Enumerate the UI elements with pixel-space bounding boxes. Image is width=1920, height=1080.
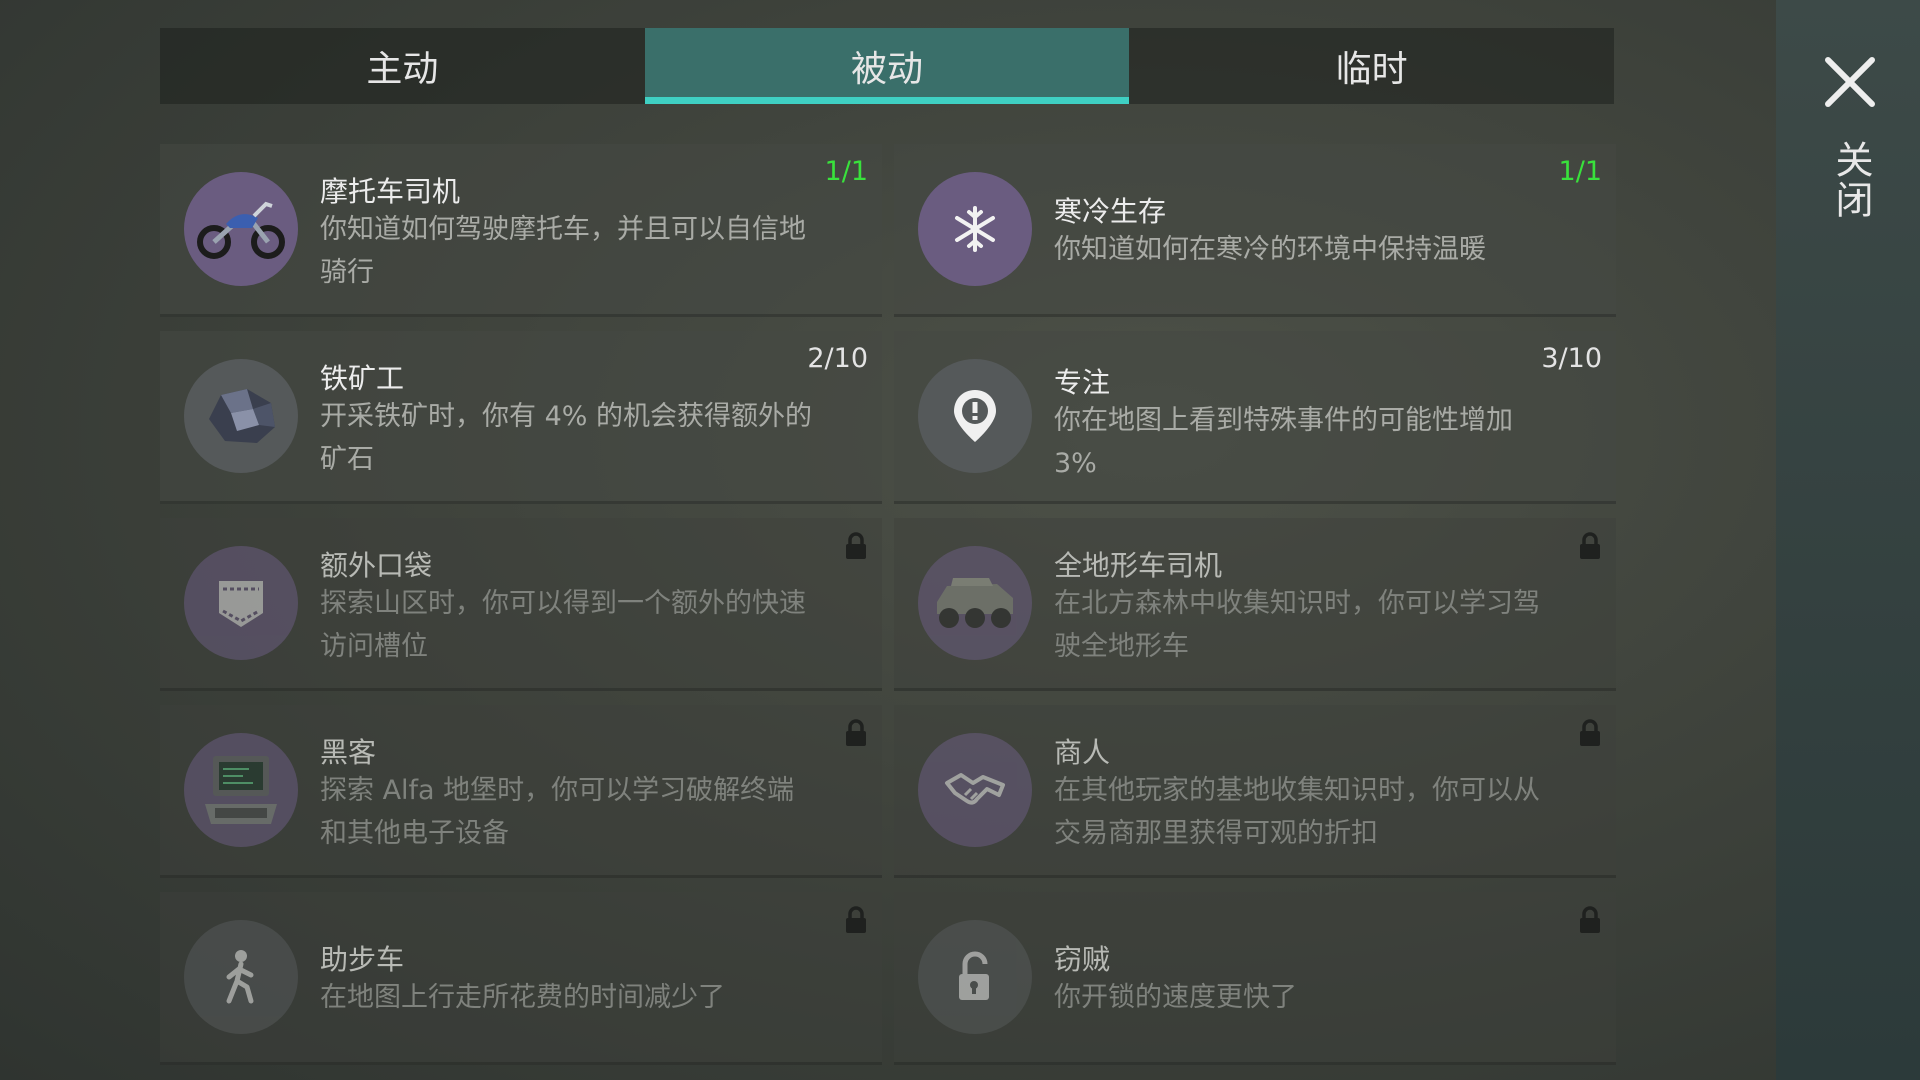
- lock-icon: [846, 719, 866, 746]
- unlocked-padlock-icon: [918, 920, 1032, 1034]
- tab-active-skills[interactable]: 主动: [160, 28, 645, 104]
- pocket-icon: [184, 546, 298, 660]
- skill-title: 专注: [1054, 366, 1111, 399]
- skill-description: 你开锁的速度更快了: [1054, 982, 1297, 1013]
- skill-description: 开采铁矿时，你有 4% 的机会获得额外的矿石: [320, 401, 812, 475]
- skill-card-cold-survival[interactable]: 寒冷生存 你知道如何在寒冷的环境中保持温暖 1/1: [894, 144, 1616, 317]
- skill-description: 在北方森林中收集知识时，你可以学习驾驶全地形车: [1054, 588, 1540, 662]
- skill-title: 全地形车司机: [1054, 549, 1223, 582]
- skill-description: 在其他玩家的基地收集知识时，你可以从交易商那里获得可观的折扣: [1054, 775, 1540, 849]
- skill-title: 摩托车司机: [320, 175, 461, 208]
- skill-title: 寒冷生存: [1054, 195, 1167, 228]
- skill-description: 你知道如何在寒冷的环境中保持温暖: [1054, 234, 1486, 265]
- skill-description: 探索山区时，你可以得到一个额外的快速访问槽位: [320, 588, 806, 662]
- skill-description: 在地图上行走所花费的时间减少了: [320, 982, 725, 1013]
- tab-passive-skills[interactable]: 被动: [644, 28, 1130, 104]
- skill-level-counter: 1/1: [824, 156, 868, 187]
- close-icon: [1825, 57, 1875, 107]
- skill-card-iron-miner[interactable]: 铁矿工 开采铁矿时，你有 4% 的机会获得额外的矿石 2/10: [160, 331, 882, 504]
- skill-card-thief[interactable]: 窃贼 你开锁的速度更快了: [894, 892, 1616, 1065]
- skill-title: 黑客: [320, 736, 377, 769]
- lock-icon: [846, 532, 866, 559]
- close-label[interactable]: 关闭: [1826, 140, 1874, 220]
- walking-person-icon: [184, 920, 298, 1034]
- skill-title: 商人: [1054, 736, 1111, 769]
- tab-label: 主动: [366, 49, 439, 90]
- snowflake-icon: [918, 172, 1032, 286]
- tab-label: 临时: [1335, 49, 1408, 90]
- lock-icon: [846, 906, 866, 933]
- skill-card-walker[interactable]: 助步车 在地图上行走所花费的时间减少了: [160, 892, 882, 1065]
- tab-label: 被动: [851, 49, 924, 90]
- handshake-icon: [918, 733, 1032, 847]
- skill-title: 窃贼: [1054, 943, 1111, 976]
- lock-icon: [1580, 532, 1600, 559]
- skill-card-atv-driver[interactable]: 全地形车司机 在北方森林中收集知识时，你可以学习驾驶全地形车: [894, 518, 1616, 691]
- skill-title: 额外口袋: [320, 549, 433, 582]
- skill-card-hacker[interactable]: 黑客 探索 Alfa 地堡时，你可以学习破解终端和其他电子设备: [160, 705, 882, 878]
- skill-level-counter: 3/10: [1541, 343, 1602, 374]
- skill-title: 助步车: [320, 943, 405, 976]
- skill-description: 你知道如何驾驶摩托车，并且可以自信地骑行: [320, 214, 806, 288]
- skill-card-focus[interactable]: 专注 你在地图上看到特殊事件的可能性增加3% 3/10: [894, 331, 1616, 504]
- close-button[interactable]: [1820, 52, 1880, 112]
- skill-level-counter: 2/10: [807, 343, 868, 374]
- skill-card-merchant[interactable]: 商人 在其他玩家的基地收集知识时，你可以从交易商那里获得可观的折扣: [894, 705, 1616, 878]
- skill-level-counter: 1/1: [1558, 156, 1602, 187]
- skill-card-extra-pocket[interactable]: 额外口袋 探索山区时，你可以得到一个额外的快速访问槽位: [160, 518, 882, 691]
- computer-terminal-icon: [184, 733, 298, 847]
- map-pin-alert-icon: [918, 359, 1032, 473]
- skill-description: 探索 Alfa 地堡时，你可以学习破解终端和其他电子设备: [320, 775, 795, 849]
- skill-title: 铁矿工: [320, 362, 405, 395]
- skill-description: 你在地图上看到特殊事件的可能性增加3%: [1054, 405, 1513, 479]
- tab-temporary-skills[interactable]: 临时: [1129, 28, 1614, 104]
- motorcycle-icon: [184, 172, 298, 286]
- skill-grid: 摩托车司机 你知道如何驾驶摩托车，并且可以自信地骑行 1/1 寒冷生存 你知道如…: [160, 144, 1616, 1065]
- skill-card-motorcycle-driver[interactable]: 摩托车司机 你知道如何驾驶摩托车，并且可以自信地骑行 1/1: [160, 144, 882, 317]
- iron-ore-icon: [184, 359, 298, 473]
- tab-bar: 主动 被动 临时: [160, 28, 1614, 104]
- lock-icon: [1580, 719, 1600, 746]
- lock-icon: [1580, 906, 1600, 933]
- atv-icon: [918, 546, 1032, 660]
